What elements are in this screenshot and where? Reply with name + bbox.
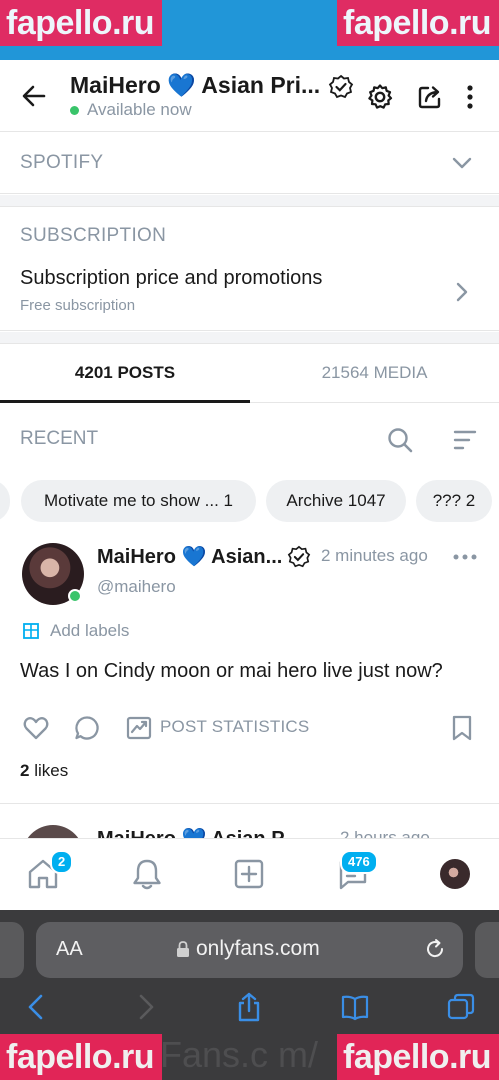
spotify-heading: SPOTIFY	[20, 152, 104, 173]
subscription-heading: SUBSCRIPTION	[20, 225, 167, 246]
lock-icon	[177, 941, 189, 957]
post-divider	[0, 803, 499, 804]
bookmarks-icon[interactable]	[340, 992, 370, 1022]
chip-motivate[interactable]: Motivate me to show ... 1	[21, 480, 256, 522]
next-tab-edge[interactable]	[475, 922, 499, 978]
heart-icon[interactable]	[22, 714, 50, 742]
tab-posts[interactable]: 4201 POSTS	[0, 344, 250, 403]
chevron-down-icon	[452, 157, 472, 169]
comment-icon[interactable]	[73, 714, 101, 742]
likes-count[interactable]: 2 likes	[20, 761, 68, 781]
spotify-section[interactable]: SPOTIFY	[0, 132, 499, 194]
share-icon[interactable]	[416, 83, 444, 111]
post-text: Was I on Cindy moon or mai hero live jus…	[20, 660, 443, 682]
post-author-handle[interactable]: @maihero	[97, 577, 176, 597]
verified-icon	[287, 545, 311, 568]
add-post-icon[interactable]	[232, 857, 266, 891]
tabs-icon[interactable]	[446, 992, 476, 1022]
availability-status: Available now	[70, 100, 192, 120]
recent-filter-label[interactable]: RECENT	[20, 428, 98, 450]
app-header: MaiHero 💙 Asian Pri... Available now	[0, 60, 499, 132]
profile-avatar[interactable]	[440, 859, 470, 889]
online-indicator	[68, 589, 82, 603]
url-text[interactable]: onlyfans.com	[196, 937, 320, 961]
section-gap	[0, 332, 499, 343]
post-statistics-icon[interactable]	[125, 714, 153, 742]
chip-question[interactable]: ??? 2	[416, 480, 492, 522]
labels-icon[interactable]	[22, 622, 40, 640]
messages-badge: 476	[340, 850, 378, 874]
chip-partial[interactable]	[0, 480, 10, 522]
bookmark-icon[interactable]	[450, 714, 474, 742]
reload-icon[interactable]	[424, 938, 446, 960]
sort-icon[interactable]	[452, 428, 478, 452]
watermark-top-left: fapello.ru	[0, 0, 162, 46]
section-gap	[0, 195, 499, 206]
verified-icon	[328, 74, 354, 99]
likes-number: 2	[20, 761, 30, 780]
post-statistics-button[interactable]: POST STATISTICS	[160, 717, 309, 737]
browser-forward-icon[interactable]	[130, 992, 160, 1022]
profile-tabs: 4201 POSTS 21564 MEDIA	[0, 343, 499, 403]
reader-aa-button[interactable]: AA	[56, 938, 83, 961]
post-timestamp: 2 minutes ago	[321, 546, 428, 565]
watermark-bottom-right: fapello.ru	[337, 1034, 499, 1080]
browser-back-icon[interactable]	[22, 992, 52, 1022]
label-chips: Motivate me to show ... 1 Archive 1047 ?…	[0, 480, 499, 524]
prev-tab-edge[interactable]	[0, 922, 24, 978]
chip-archive[interactable]: Archive 1047	[266, 480, 406, 522]
bell-icon[interactable]	[130, 857, 164, 891]
watermark-bottom-left: fapello.ru	[0, 1034, 162, 1080]
subscription-subtitle: Free subscription	[20, 297, 136, 314]
back-arrow-icon[interactable]	[20, 82, 48, 110]
search-icon[interactable]	[386, 426, 414, 454]
browser-share-icon[interactable]	[234, 992, 264, 1022]
more-vertical-icon[interactable]	[460, 83, 480, 111]
likes-word: likes	[34, 761, 69, 780]
post-author-name[interactable]: MaiHero 💙 Asian...	[97, 544, 282, 569]
gear-icon[interactable]	[366, 83, 394, 111]
bottom-navigation: 2 476	[0, 838, 499, 910]
more-horizontal-icon[interactable]	[452, 548, 478, 566]
subscription-title: Subscription price and promotions	[20, 267, 323, 289]
add-labels-link[interactable]: Add labels	[50, 621, 129, 641]
profile-title: MaiHero 💙 Asian Pri...	[70, 72, 321, 98]
address-bar[interactable]: AA onlyfans.com	[36, 922, 463, 978]
availability-text: Available now	[87, 100, 192, 119]
subscription-section[interactable]: SUBSCRIPTION Subscription price and prom…	[0, 206, 499, 331]
online-dot-icon	[70, 105, 79, 115]
chevron-right-icon	[456, 282, 468, 302]
home-badge: 2	[50, 850, 74, 874]
feed-filter-row: RECENT	[0, 404, 499, 474]
watermark-top-right: fapello.ru	[337, 0, 499, 46]
page-url-ghost: Fans.c m/	[160, 1034, 319, 1075]
tab-media[interactable]: 21564 MEDIA	[250, 344, 499, 403]
